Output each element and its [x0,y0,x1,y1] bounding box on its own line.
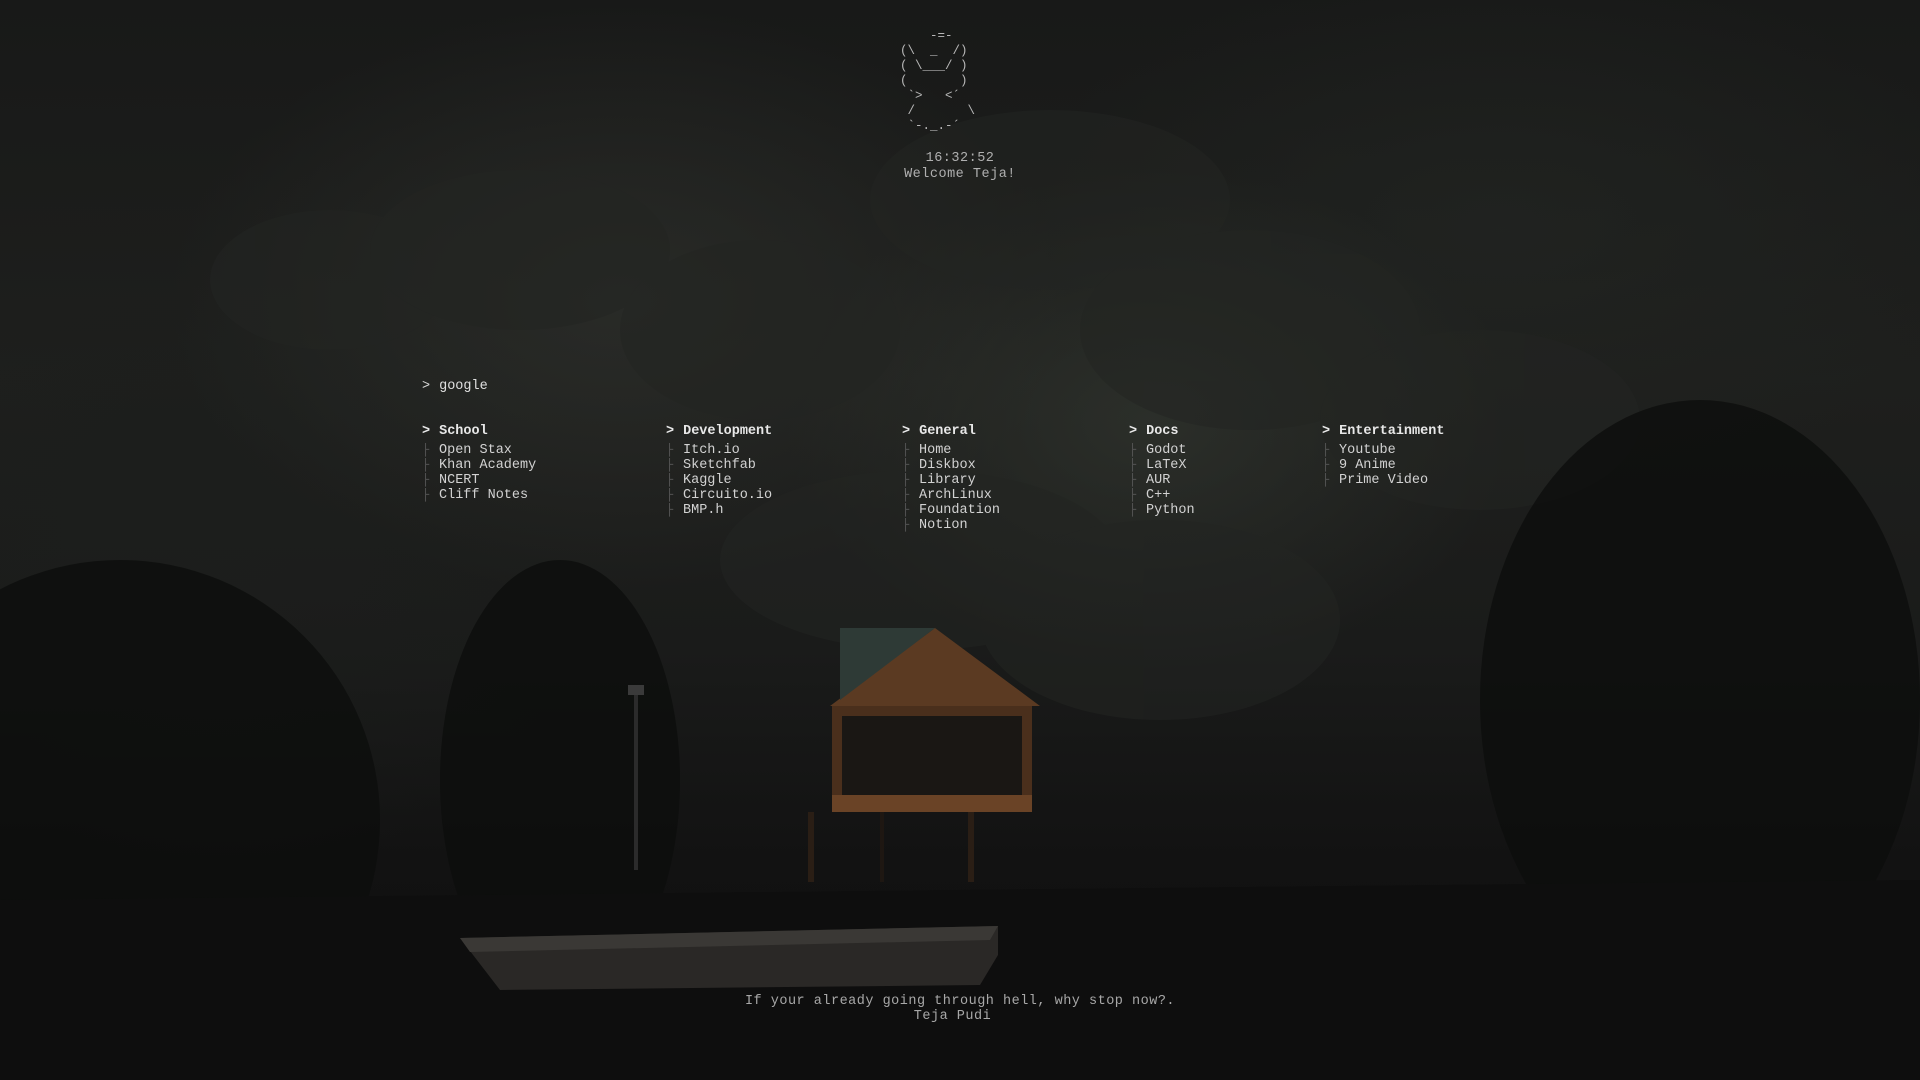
link-library[interactable]: Library [919,473,976,488]
clock-time: 16:32:52 [925,151,995,166]
column-heading: > Development [666,424,773,439]
link-itch-io[interactable]: Itch.io [683,443,740,458]
link-youtube[interactable]: Youtube [1339,443,1396,458]
link-sketchfab[interactable]: Sketchfab [683,458,756,473]
link-python[interactable]: Python [1146,503,1195,518]
quote-author: Teja Pudi [913,1009,992,1024]
tree-branch-icon: ├ [666,443,674,457]
list-item: ├ Kaggle [666,473,772,488]
link-archlinux[interactable]: ArchLinux [919,488,992,503]
link-cliff-notes[interactable]: Cliff Notes [439,488,528,503]
list-item: ├ AUR [1129,473,1195,488]
link-godot[interactable]: Godot [1146,443,1187,458]
list-item: ├ Home [902,443,1000,458]
list-item: ├ Cliff Notes [422,488,536,503]
tree-branch-icon: ├ [1129,503,1137,517]
list-item: ├ BMP.h [666,503,772,518]
link-list: ├ Godot ├ LaTeX ├ AUR ├ C++ ├ Python [1129,443,1195,518]
column-title: Development [683,424,773,439]
link-list: ├ Open Stax ├ Khan Academy ├ NCERT ├ Cliff N… [422,443,536,503]
column-title: Docs [1146,424,1179,439]
tree-branch-icon: ├ [1322,473,1330,487]
link-list: ├ Youtube ├ 9 Anime ├ Prime Video [1322,443,1444,488]
link-prime-video[interactable]: Prime Video [1339,473,1428,488]
search-prompt-symbol: > [422,379,431,394]
tree-branch-icon: ├ [666,473,674,487]
column-heading: > General [902,424,976,439]
tree-branch-icon: ├ [902,503,910,517]
tree-branch-icon: ├ [422,488,430,502]
list-item: ├ Foundation [902,503,1000,518]
column-general: > General ├ Home ├ Diskbox ├ Library ├ ArchLi… [902,423,1000,533]
column-entertainment: > Entertainment ├ Youtube ├ 9 Anime ├ Prime … [1322,423,1444,488]
list-item: ├ ArchLinux [902,488,1000,503]
tree-branch-icon: ├ [902,473,910,487]
tree-branch-icon: ├ [1129,488,1137,502]
list-item: ├ Circuito.io [666,488,772,503]
column-development: > Development ├ Itch.io ├ Sketchfab ├ Kaggle… [666,423,772,518]
column-title: General [919,424,976,439]
link-kaggle[interactable]: Kaggle [683,473,732,488]
link-list: ├ Itch.io ├ Sketchfab ├ Kaggle ├ Circuito.io… [666,443,772,518]
list-item: ├ NCERT [422,473,536,488]
welcome-message: Welcome Teja! [904,167,1016,182]
list-item: ├ Prime Video [1322,473,1444,488]
list-item: ├ Youtube [1322,443,1444,458]
tree-branch-icon: ├ [1322,443,1330,457]
column-title: School [439,424,488,439]
link-list: ├ Home ├ Diskbox ├ Library ├ ArchLinux ├ Foun… [902,443,1000,533]
tree-branch-icon: ├ [902,488,910,502]
tree-branch-icon: ├ [666,488,674,502]
list-item: ├ Python [1129,503,1195,518]
column-docs: > Docs ├ Godot ├ LaTeX ├ AUR ├ C++ ├ Python [1129,423,1195,518]
link-ncert[interactable]: NCERT [439,473,480,488]
tree-branch-icon: ├ [1322,458,1330,472]
search-bar: > [422,379,840,394]
list-item: ├ Khan Academy [422,458,536,473]
link-cpp[interactable]: C++ [1146,488,1170,503]
tree-branch-icon: ├ [1129,443,1137,457]
list-item: ├ Diskbox [902,458,1000,473]
tree-branch-icon: ├ [1129,473,1137,487]
link-diskbox[interactable]: Diskbox [919,458,976,473]
link-bmp-h[interactable]: BMP.h [683,503,724,518]
tree-branch-icon: ├ [902,458,910,472]
list-item: ├ Godot [1129,443,1195,458]
link-home[interactable]: Home [919,443,951,458]
list-item: ├ C++ [1129,488,1195,503]
list-item: ├ Library [902,473,1000,488]
quote-text: If your already going through hell, why … [744,994,1176,1009]
link-foundation[interactable]: Foundation [919,503,1000,518]
column-title: Entertainment [1339,424,1445,439]
link-aur[interactable]: AUR [1146,473,1170,488]
tree-branch-icon: ├ [422,458,430,472]
tree-branch-icon: ├ [1129,458,1137,472]
column-heading: > Docs [1129,424,1179,439]
tree-branch-icon: ├ [422,473,430,487]
link-khan-academy[interactable]: Khan Academy [439,458,536,473]
list-item: ├ Notion [902,518,1000,533]
link-notion[interactable]: Notion [919,518,968,533]
list-item: ├ Open Stax [422,443,536,458]
tree-branch-icon: ├ [902,518,910,532]
link-9-anime[interactable]: 9 Anime [1339,458,1396,473]
tree-branch-icon: ├ [422,443,430,457]
link-circuito-io[interactable]: Circuito.io [683,488,772,503]
search-input[interactable] [439,379,840,394]
column-school: > School ├ Open Stax ├ Khan Academy ├ NCERT … [422,423,536,503]
tree-branch-icon: ├ [666,458,674,472]
list-item: ├ Itch.io [666,443,772,458]
list-item: ├ 9 Anime [1322,458,1444,473]
list-item: ├ LaTeX [1129,458,1195,473]
column-heading: > School [422,424,488,439]
list-item: ├ Sketchfab [666,458,772,473]
tree-branch-icon: ├ [666,503,674,517]
column-heading: > Entertainment [1322,424,1445,439]
tree-branch-icon: ├ [902,443,910,457]
link-open-stax[interactable]: Open Stax [439,443,512,458]
link-latex[interactable]: LaTeX [1146,458,1187,473]
ascii-cat-logo: -=- (\ _ /) ( \___/ ) ( ) `> <´ / \ `-._… [900,29,976,133]
